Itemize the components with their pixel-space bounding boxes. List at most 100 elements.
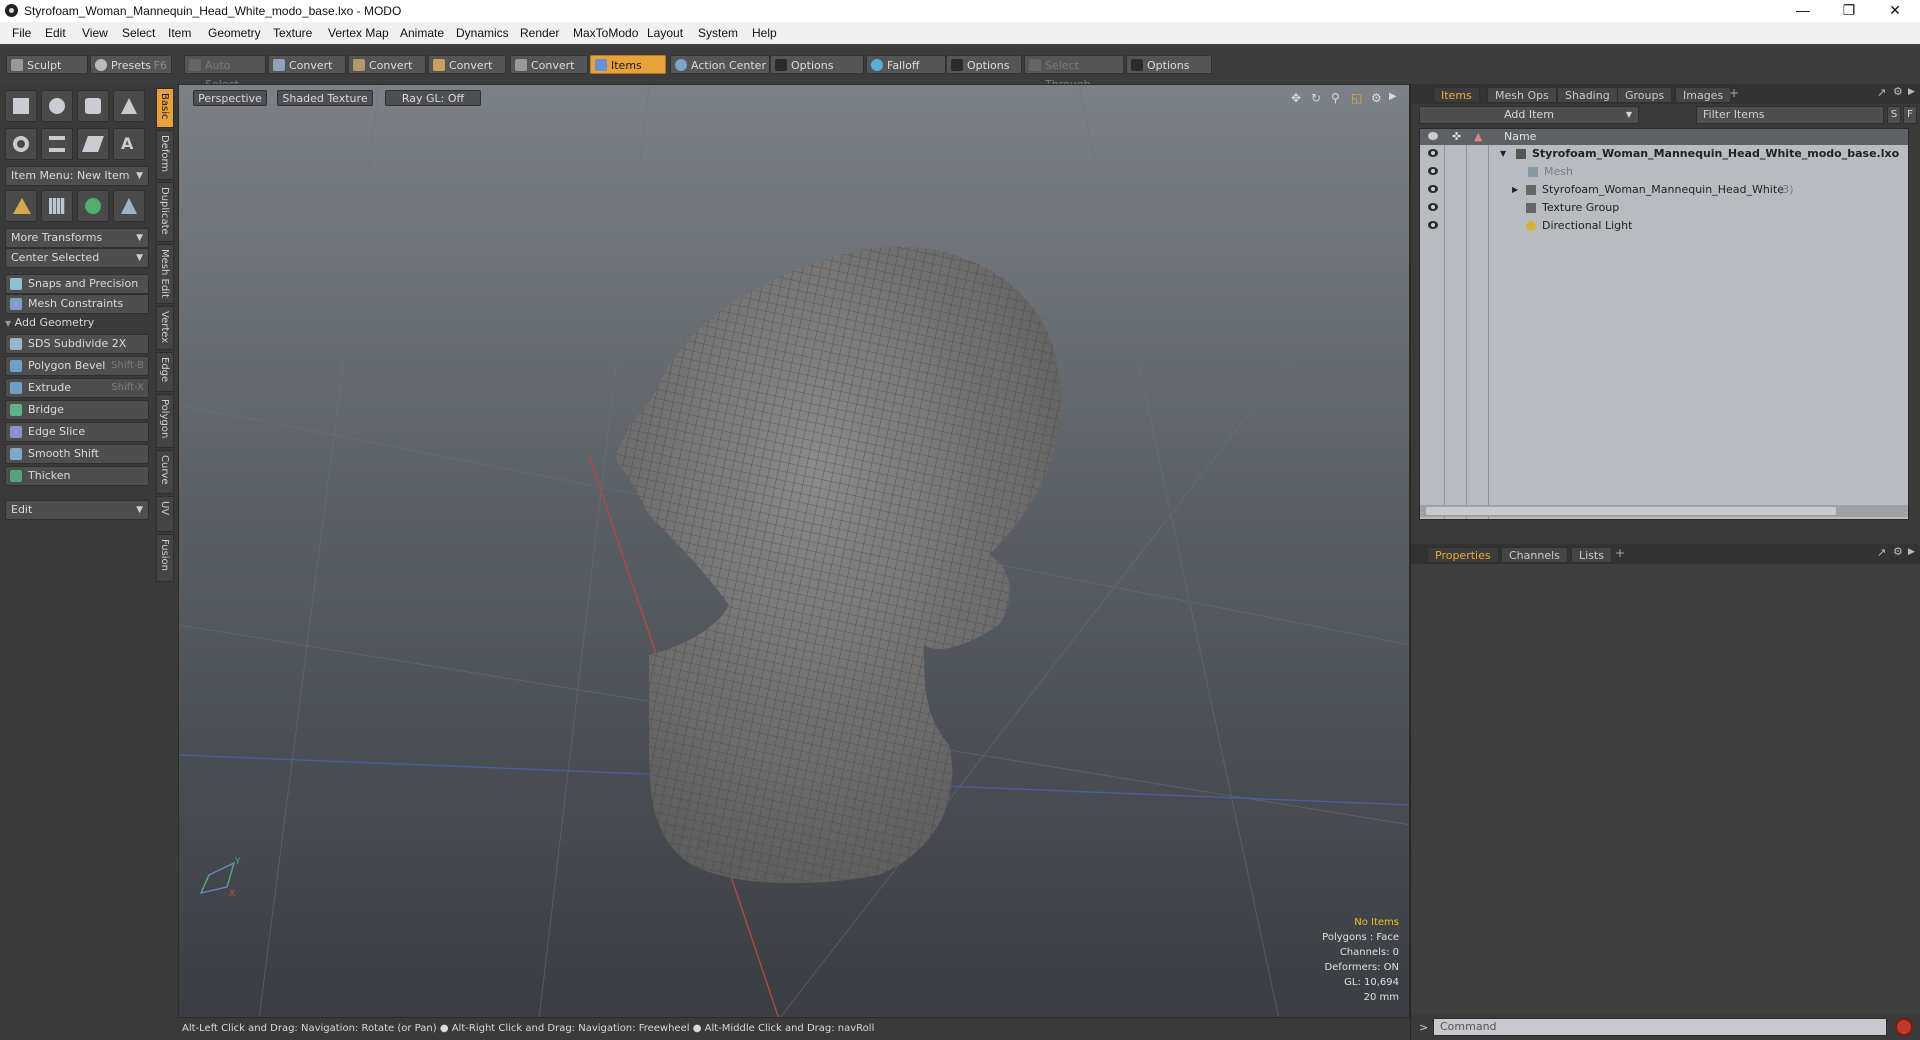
maximize-panel-icon[interactable]: ↗ — [1877, 86, 1886, 99]
gear-icon[interactable]: ⚙ — [1893, 85, 1903, 98]
convert-polygons-button[interactable]: Convert — [428, 55, 506, 74]
tab-vertex[interactable]: Vertex — [156, 306, 174, 350]
tab-items[interactable]: Items — [1433, 87, 1480, 103]
add-tab-icon[interactable]: + — [1615, 546, 1625, 560]
tab-properties[interactable]: Properties — [1427, 547, 1499, 563]
convert-edges-button[interactable]: Convert — [348, 55, 426, 74]
tab-curve[interactable]: Curve — [156, 450, 174, 494]
zoom-icon[interactable]: ⚲ — [1331, 91, 1340, 105]
tab-mesh-edit[interactable]: Mesh Edit — [156, 244, 174, 304]
visibility-eye-icon[interactable] — [1428, 221, 1438, 229]
rotate-view-icon[interactable]: ↻ — [1311, 91, 1321, 105]
menu-animate[interactable]: Animate — [400, 26, 444, 40]
pen-tool[interactable] — [77, 128, 109, 160]
sds-subdivide-button[interactable]: SDS Subdivide 2X — [5, 334, 149, 354]
panel-menu-arrow-icon[interactable]: ▶ — [1908, 547, 1915, 557]
raygl-button[interactable]: Ray GL: Off — [385, 90, 481, 106]
extrude-button[interactable]: Extrude Shift-X — [5, 378, 149, 398]
panel-menu-arrow-icon[interactable]: ▶ — [1908, 87, 1915, 97]
move-tool[interactable] — [41, 190, 73, 222]
snaps-and-precision-button[interactable]: Snaps and Precision — [5, 274, 149, 294]
record-icon[interactable] — [1895, 1018, 1913, 1036]
cone-tool[interactable] — [113, 90, 145, 122]
rotate-tool[interactable] — [77, 190, 109, 222]
name-column-header[interactable]: Name — [1504, 129, 1536, 145]
menu-vertex-map[interactable]: Vertex Map — [328, 26, 389, 40]
tree-row-scene[interactable]: ▼ Styrofoam_Woman_Mannequin_Head_White_m… — [1420, 145, 1908, 163]
visibility-eye-icon[interactable] — [1428, 185, 1438, 193]
gear-icon[interactable]: ⚙ — [1893, 545, 1903, 558]
smooth-shift-button[interactable]: Smooth Shift — [5, 444, 149, 464]
menu-select[interactable]: Select — [122, 26, 155, 40]
curve-tool[interactable] — [41, 128, 73, 160]
menu-render[interactable]: Render — [520, 26, 559, 40]
expand-triangle-icon[interactable]: ▶ — [1512, 181, 1518, 199]
cylinder-tool[interactable] — [77, 90, 109, 122]
pan-icon[interactable]: ✥ — [1291, 91, 1301, 105]
select-options-button[interactable]: Options — [1126, 55, 1212, 74]
presets-button[interactable]: Presets F6 — [90, 55, 172, 74]
fit-view-icon[interactable]: ◱ — [1351, 91, 1362, 105]
items-mode-button[interactable]: Items — [590, 55, 666, 74]
tab-groups[interactable]: Groups — [1617, 87, 1673, 103]
play-arrow-icon[interactable]: ▶ — [1389, 91, 1397, 102]
tab-channels[interactable]: Channels — [1501, 547, 1568, 563]
action-center-options-button[interactable]: Options — [770, 55, 864, 74]
tree-row-mesh[interactable]: Mesh — [1420, 163, 1908, 181]
auto-select-button[interactable]: Auto Select — [184, 55, 266, 91]
item-menu-dropdown[interactable]: Item Menu: New Item ▼ — [5, 166, 149, 186]
menu-view[interactable]: View — [82, 26, 108, 40]
gear-icon[interactable]: ⚙ — [1371, 91, 1382, 105]
tree-row-group[interactable]: ▶ Styrofoam_Woman_Mannequin_Head_White (… — [1420, 181, 1908, 199]
tree-row-directional-light[interactable]: Directional Light — [1420, 217, 1908, 235]
tab-deform[interactable]: Deform — [156, 130, 174, 180]
tab-basic[interactable]: Basic — [156, 88, 174, 128]
menu-item[interactable]: Item — [168, 26, 191, 40]
add-item-dropdown[interactable]: Add Item ▼ — [1419, 106, 1639, 124]
close-icon[interactable]: ✕ — [1872, 0, 1918, 22]
cube-tool[interactable] — [5, 90, 37, 122]
torus-tool[interactable] — [5, 128, 37, 160]
convert-vertices-button[interactable]: Convert — [268, 55, 346, 74]
action-center-button[interactable]: Action Center — [670, 55, 770, 74]
filter-s-button[interactable]: S — [1887, 106, 1901, 124]
tree-horizontal-scrollbar[interactable] — [1420, 505, 1908, 517]
select-through-button[interactable]: Select Through — [1024, 55, 1124, 91]
tab-lists[interactable]: Lists — [1571, 547, 1612, 563]
scale-tool[interactable] — [113, 190, 145, 222]
visibility-eye-icon[interactable] — [1428, 149, 1438, 157]
menu-file[interactable]: File — [12, 26, 31, 40]
filter-items-input[interactable]: Filter Items — [1696, 106, 1884, 124]
bridge-button[interactable]: Bridge — [5, 400, 149, 420]
menu-help[interactable]: Help — [752, 26, 777, 40]
mesh-constraints-button[interactable]: Mesh Constraints — [5, 294, 149, 314]
tab-fusion[interactable]: Fusion — [156, 534, 174, 582]
3d-viewport[interactable]: Y X Perspective Shaded Texture Ray GL: O… — [178, 84, 1410, 1018]
tab-uv[interactable]: UV — [156, 496, 174, 532]
tab-polygon[interactable]: Polygon — [156, 394, 174, 448]
visibility-eye-icon[interactable] — [1428, 203, 1438, 211]
convert-materials-button[interactable]: Convert — [510, 55, 588, 74]
maximize-panel-icon[interactable]: ↗ — [1877, 546, 1886, 559]
sculpt-button[interactable]: Sculpt — [6, 55, 88, 74]
polygon-bevel-button[interactable]: Polygon Bevel Shift-B — [5, 356, 149, 376]
falloff-button[interactable]: Falloff — [866, 55, 946, 74]
expand-triangle-icon[interactable]: ▼ — [1500, 145, 1506, 163]
menu-layout[interactable]: Layout — [647, 26, 683, 40]
tab-edge[interactable]: Edge — [156, 352, 174, 392]
more-transforms-dropdown[interactable]: More Transforms ▼ — [5, 228, 149, 248]
edge-slice-button[interactable]: Edge Slice — [5, 422, 149, 442]
restore-icon[interactable]: ❐ — [1826, 0, 1872, 22]
minimize-icon[interactable]: — — [1780, 0, 1826, 22]
sphere-tool[interactable] — [41, 90, 73, 122]
menu-texture[interactable]: Texture — [273, 26, 312, 40]
command-input[interactable]: Command — [1433, 1018, 1887, 1036]
tab-duplicate[interactable]: Duplicate — [156, 182, 174, 242]
transform-tool[interactable] — [5, 190, 37, 222]
add-geometry-header[interactable]: ▼ Add Geometry — [5, 316, 149, 332]
tab-images[interactable]: Images — [1675, 87, 1732, 103]
menu-geometry[interactable]: Geometry — [208, 26, 261, 40]
shading-mode-button[interactable]: Shaded Texture — [277, 90, 373, 106]
text-tool[interactable]: A — [113, 128, 145, 160]
menu-maxtomodo[interactable]: MaxToModo — [573, 26, 638, 40]
